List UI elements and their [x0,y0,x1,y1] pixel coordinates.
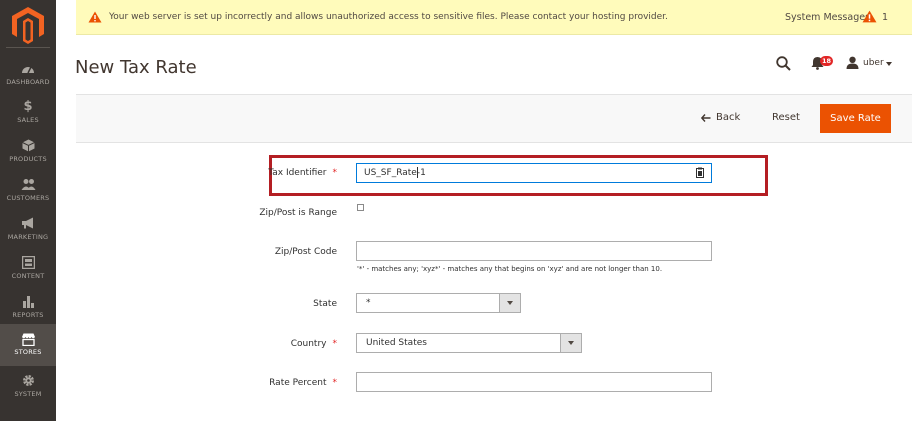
user-name[interactable]: uber [863,58,884,68]
user-icon[interactable] [846,56,859,69]
reset-button[interactable]: Reset [772,112,800,123]
required-marker: * [332,339,338,349]
dollar-icon: $ [23,98,33,114]
back-button[interactable]: Back [701,112,740,123]
save-rate-button[interactable]: Save Rate [820,104,891,133]
clipboard-icon[interactable] [696,167,704,178]
sidebar-item-system[interactable]: SYSTEM [0,368,56,408]
tax-identifier-input[interactable]: US_SF_Rate-1 [356,163,712,183]
notifications-badge[interactable]: 18 [820,56,834,66]
rate-percent-label-text: Rate Percent [269,378,327,388]
zip-range-label-text: Zip/Post is Range [259,208,337,218]
chevron-down-icon[interactable] [886,62,892,66]
rate-percent-label: Rate Percent * [197,378,337,388]
bar-chart-icon [0,293,56,309]
zip-code-label-text: Zip/Post Code [274,247,337,257]
sidebar-item-marketing[interactable]: MARKETING [0,211,56,251]
zip-code-input[interactable] [356,241,712,261]
magento-logo[interactable] [11,6,45,44]
zip-code-label: Zip/Post Code [197,247,337,257]
customers-icon [0,176,56,192]
sidebar-item-label: SALES [17,116,39,124]
sidebar-item-label: REPORTS [12,311,44,319]
zip-code-note: '*' - matches any; 'xyz*' - matches any … [357,265,663,273]
search-icon[interactable] [776,56,791,71]
warning-icon [88,11,102,23]
back-button-label: Back [716,112,741,123]
system-messages-count[interactable]: 1 [882,12,888,23]
tax-identifier-label-text: Tax Identifier [268,168,327,178]
country-select[interactable]: United States [356,333,582,353]
sidebar-item-content[interactable]: CONTENT [0,250,56,290]
chevron-down-icon [560,334,581,352]
sidebar-item-label: DASHBOARD [6,78,50,86]
store-icon [0,331,56,347]
zip-range-checkbox[interactable] [357,204,364,211]
state-select[interactable]: * [356,293,521,313]
chevron-down-icon [499,294,520,312]
sidebar-divider [6,47,50,48]
country-label: Country * [197,339,337,349]
sidebar-item-label: CUSTOMERS [6,194,50,202]
sidebar-item-dashboard[interactable]: DASHBOARD [0,56,56,96]
sidebar-item-sales[interactable]: $ SALES [0,94,56,134]
warning-icon[interactable] [862,10,877,23]
system-message-text: Your web server is set up incorrectly an… [109,12,668,22]
dashboard-icon [0,60,56,76]
country-select-value: United States [366,338,427,348]
system-message-bar: Your web server is set up incorrectly an… [76,0,912,35]
sidebar-item-label: STORES [14,348,42,356]
content-icon [0,254,56,270]
state-label: State [197,299,337,309]
page-title: New Tax Rate [75,57,197,78]
zip-range-label: Zip/Post is Range [197,208,337,218]
megaphone-icon [0,215,56,231]
country-label-text: Country [290,339,327,349]
text-cursor [417,167,418,178]
gear-icon [0,372,56,388]
required-marker: * [332,168,338,178]
system-messages-link[interactable]: System Messages: [785,12,873,23]
required-marker: * [332,378,338,388]
page-actions-bar: Back Reset Save Rate [76,94,912,143]
cube-icon [0,137,56,153]
sidebar-item-products[interactable]: PRODUCTS [0,133,56,173]
state-label-text: State [313,299,337,309]
sidebar-item-label: CONTENT [11,272,45,280]
sidebar-item-label: PRODUCTS [9,155,47,163]
sidebar-item-label: SYSTEM [14,390,42,398]
tax-identifier-label: Tax Identifier * [197,168,337,178]
sidebar-item-customers[interactable]: CUSTOMERS [0,172,56,212]
sidebar-item-reports[interactable]: REPORTS [0,289,56,329]
sidebar-item-label: MARKETING [7,233,49,241]
state-select-value: * [366,298,371,308]
sidebar-item-stores[interactable]: STORES [0,324,56,366]
admin-sidebar: DASHBOARD $ SALES PRODUCTS CUSTOMERS MAR… [0,0,56,421]
arrow-left-icon [701,113,711,122]
rate-percent-input[interactable] [356,372,712,392]
